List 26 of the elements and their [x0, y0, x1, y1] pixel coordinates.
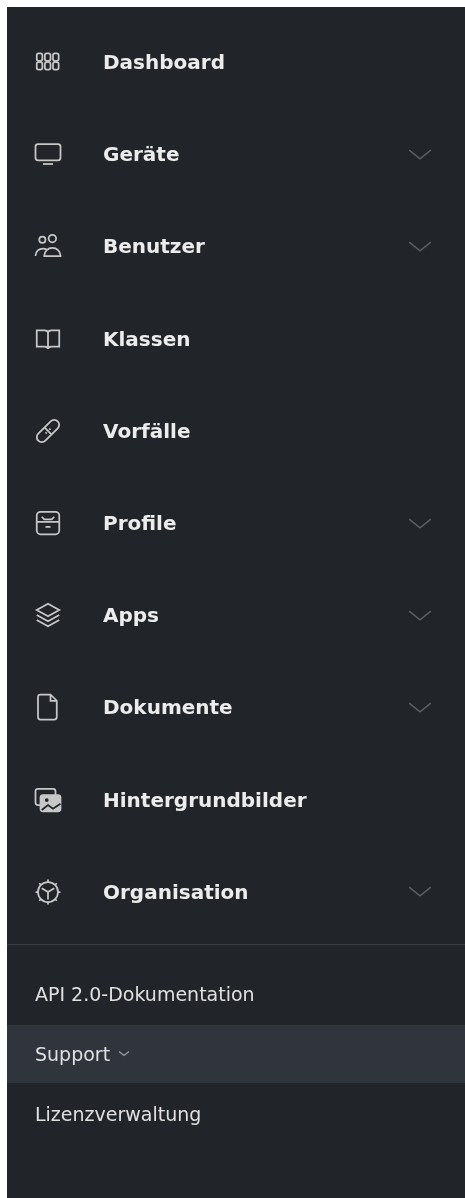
nav-item[interactable]: Apps — [7, 569, 465, 662]
footer-link[interactable]: Lizenzverwaltung — [7, 1084, 465, 1143]
link-label: Lizenzverwaltung — [35, 1102, 202, 1125]
footer-link[interactable]: API 2.0-Dokumentation — [7, 964, 465, 1023]
nav-item[interactable]: Organisation — [7, 845, 465, 938]
nav-label: Dashboard — [103, 50, 226, 75]
nav-item[interactable]: Klassen — [7, 292, 465, 385]
nav-item[interactable]: Dashboard — [7, 16, 465, 109]
link-label: Support — [35, 1042, 111, 1065]
nav-item[interactable]: Benutzer — [7, 200, 465, 293]
nav-label: Geräte — [103, 142, 181, 167]
nav-label: Profile — [103, 511, 178, 536]
nav-item[interactable]: Geräte — [7, 108, 465, 201]
nav-item[interactable]: Vorfälle — [7, 384, 465, 477]
nav-label: Apps — [103, 603, 160, 628]
nav-item[interactable]: Dokumente — [7, 661, 465, 754]
nav-label: Hintergrundbilder — [103, 787, 308, 812]
nav-label: Dokumente — [103, 695, 234, 720]
nav-label: Vorfälle — [103, 418, 192, 443]
nav-item[interactable]: Profile — [7, 476, 465, 570]
nav-label: Organisation — [103, 879, 250, 904]
nav-item[interactable]: Hintergrundbilder — [7, 753, 465, 846]
nav-label: Benutzer — [103, 234, 206, 259]
nav-label: Klassen — [103, 326, 192, 351]
footer-link[interactable]: Support — [7, 1024, 465, 1083]
link-label: API 2.0-Dokumentation — [35, 982, 255, 1005]
